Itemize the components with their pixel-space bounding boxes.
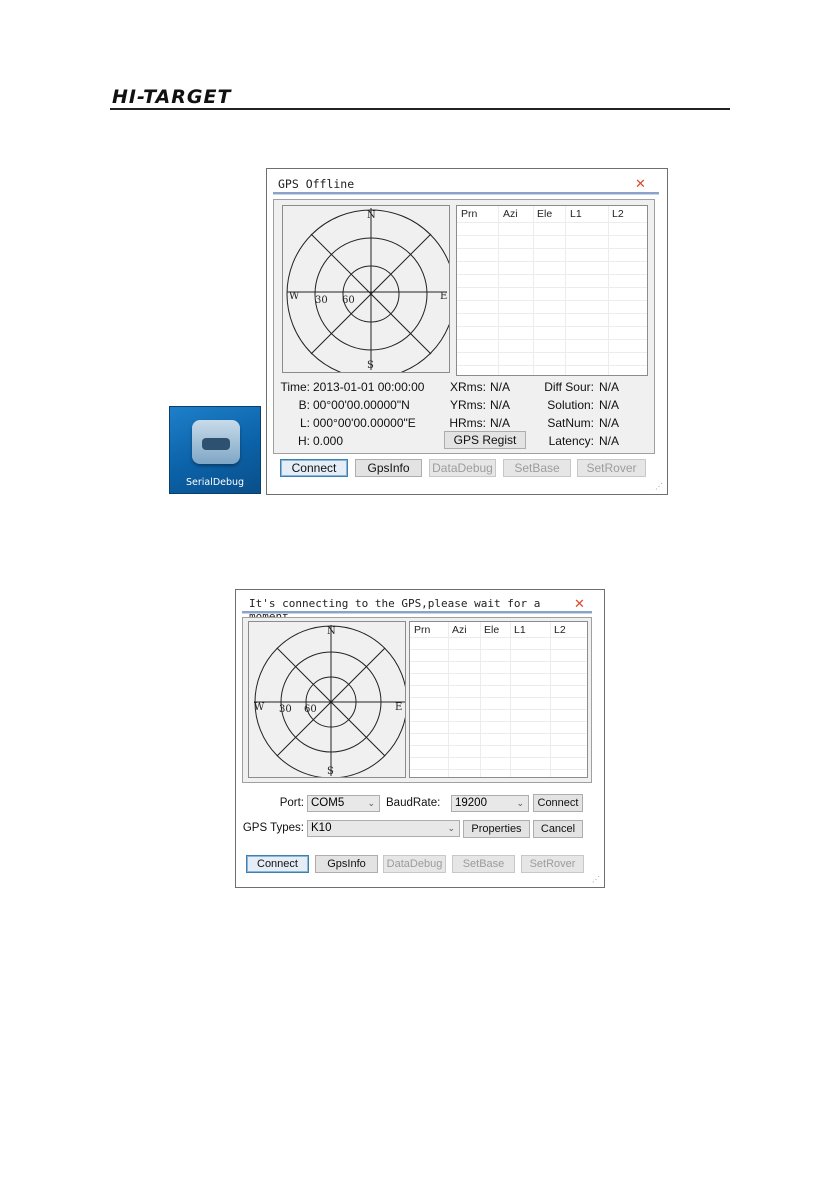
hrms-value: N/A xyxy=(490,416,511,430)
cancel-button[interactable]: Cancel xyxy=(533,820,583,838)
diff-sour-label: Diff Sour: xyxy=(544,380,594,394)
baudrate-label: BaudRate: xyxy=(386,797,441,809)
gps-types-select[interactable]: K10 ⌄ xyxy=(307,820,460,837)
chevron-down-icon: ⌄ xyxy=(367,798,375,808)
satnum-value: N/A xyxy=(599,416,620,430)
chevron-down-icon: ⌄ xyxy=(447,823,455,833)
south-label: S xyxy=(367,360,374,371)
close-icon[interactable]: ✕ xyxy=(635,177,646,192)
baudrate-select[interactable]: 19200 ⌄ xyxy=(451,795,529,812)
gps-types-label: GPS Types: xyxy=(242,822,304,834)
west-label: W xyxy=(254,702,265,713)
diff-sour-value: N/A xyxy=(599,380,620,394)
header-rule xyxy=(110,108,730,110)
resize-grip-icon[interactable]: ⋰ xyxy=(592,875,600,884)
hrms-label: HRms: xyxy=(449,416,486,430)
skyplot: N S E W 30 60 xyxy=(248,621,408,779)
l-value: 000°00'00.00000"E xyxy=(313,416,416,430)
east-label: E xyxy=(395,702,402,713)
solution-label: Solution: xyxy=(547,398,594,412)
datadebug-button[interactable]: DataDebug xyxy=(383,855,446,873)
gpsinfo-button[interactable]: GpsInfo xyxy=(315,855,378,873)
satellite-table: Prn Azi Ele L1 L2 xyxy=(456,205,648,376)
north-label: N xyxy=(327,626,336,637)
north-label: N xyxy=(367,210,376,221)
gps-types-value: K10 xyxy=(311,822,332,834)
title-underline xyxy=(242,611,592,614)
title-underline xyxy=(273,192,659,195)
col-header-l2: L2 xyxy=(612,208,624,220)
col-header-prn: Prn xyxy=(414,624,431,636)
port-connect-button[interactable]: Connect xyxy=(533,794,583,812)
gpsinfo-button[interactable]: GpsInfo xyxy=(355,459,422,477)
west-label: W xyxy=(289,291,300,302)
solution-value: N/A xyxy=(599,398,620,412)
east-label: E xyxy=(440,291,447,302)
b-label: B: xyxy=(298,398,310,412)
h-value: 0.000 xyxy=(313,434,344,448)
col-header-azi: Azi xyxy=(503,208,518,220)
h-label: H: xyxy=(298,434,310,448)
hi-target-logo: HI-TARGET xyxy=(112,86,232,108)
col-header-l1: L1 xyxy=(570,208,582,220)
setrover-button[interactable]: SetRover xyxy=(521,855,584,873)
latency-label: Latency: xyxy=(548,434,594,448)
gps-offline-dialog: GPS Offline ✕ N S E W 30 60 Prn Azi Ele … xyxy=(266,168,668,495)
main-panel: N S E W 30 60 Prn Azi Ele L1 L2 xyxy=(242,617,592,783)
serialdebug-app-icon[interactable]: SerialDebug xyxy=(169,406,261,494)
south-label: S xyxy=(327,766,334,777)
skyplot-canvas: N S E W 30 60 xyxy=(254,625,408,779)
satnum-label: SatNum: xyxy=(547,416,594,430)
xrms-label: XRms: xyxy=(450,380,486,394)
setbase-button[interactable]: SetBase xyxy=(452,855,515,873)
main-panel: N S E W 30 60 Prn Azi Ele L1 L2 Time: 20… xyxy=(273,199,655,454)
time-value: 2013-01-01 00:00:00 xyxy=(313,380,425,394)
gps-regist-button[interactable]: GPS Regist xyxy=(444,431,526,449)
col-header-prn: Prn xyxy=(461,208,478,220)
port-value: COM5 xyxy=(311,797,345,809)
dialog-title: GPS Offline xyxy=(278,177,355,191)
yrms-label: YRms: xyxy=(450,398,486,412)
l-label: L: xyxy=(299,416,310,430)
chevron-down-icon: ⌄ xyxy=(516,798,524,808)
col-header-ele: Ele xyxy=(484,624,500,636)
resize-grip-icon[interactable]: ⋰ xyxy=(655,482,663,491)
time-label: Time: xyxy=(280,380,310,394)
ring-60-label: 60 xyxy=(342,295,355,306)
ring-30-label: 30 xyxy=(279,704,292,715)
baudrate-value: 19200 xyxy=(455,797,487,809)
app-icon-label: SerialDebug xyxy=(185,477,245,488)
col-header-l2: L2 xyxy=(554,624,566,636)
connect-button[interactable]: Connect xyxy=(280,459,348,477)
setbase-button[interactable]: SetBase xyxy=(503,459,571,477)
col-header-l1: L1 xyxy=(514,624,526,636)
latency-value: N/A xyxy=(599,434,620,448)
col-header-azi: Azi xyxy=(452,624,467,636)
xrms-value: N/A xyxy=(490,380,511,394)
close-icon[interactable]: ✕ xyxy=(574,597,585,612)
serial-port-connector-icon xyxy=(192,420,240,464)
skyplot: N S E W 30 60 xyxy=(282,205,456,379)
yrms-value: N/A xyxy=(490,398,511,412)
properties-button[interactable]: Properties xyxy=(463,820,530,838)
satellite-table: Prn Azi Ele L1 L2 xyxy=(409,621,588,778)
port-select[interactable]: COM5 ⌄ xyxy=(307,795,380,812)
port-label: Port: xyxy=(279,797,304,809)
ring-30-label: 30 xyxy=(315,295,328,306)
setrover-button[interactable]: SetRover xyxy=(577,459,646,477)
ring-60-label: 60 xyxy=(304,704,317,715)
col-header-ele: Ele xyxy=(537,208,553,220)
skyplot-canvas: N S E W 30 60 xyxy=(286,208,456,379)
b-value: 00°00'00.00000"N xyxy=(313,398,410,412)
connect-button[interactable]: Connect xyxy=(246,855,309,873)
datadebug-button[interactable]: DataDebug xyxy=(429,459,496,477)
gps-connecting-dialog: It's connecting to the GPS,please wait f… xyxy=(235,589,605,888)
